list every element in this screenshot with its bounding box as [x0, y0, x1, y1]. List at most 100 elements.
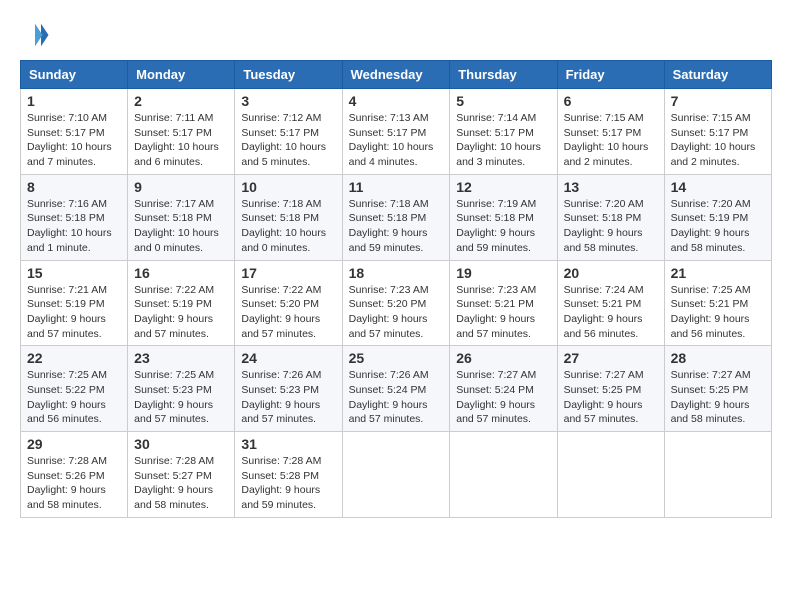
- day-number: 16: [134, 265, 228, 281]
- day-info: Sunrise: 7:28 AM Sunset: 5:28 PM Dayligh…: [241, 454, 335, 513]
- day-info: Sunrise: 7:19 AM Sunset: 5:18 PM Dayligh…: [456, 197, 550, 256]
- calendar-cell: 19 Sunrise: 7:23 AM Sunset: 5:21 PM Dayl…: [450, 260, 557, 346]
- day-number: 11: [349, 179, 444, 195]
- day-header-thursday: Thursday: [450, 61, 557, 89]
- day-info: Sunrise: 7:12 AM Sunset: 5:17 PM Dayligh…: [241, 111, 335, 170]
- calendar-cell: 17 Sunrise: 7:22 AM Sunset: 5:20 PM Dayl…: [235, 260, 342, 346]
- day-number: 30: [134, 436, 228, 452]
- day-number: 23: [134, 350, 228, 366]
- day-info: Sunrise: 7:27 AM Sunset: 5:25 PM Dayligh…: [564, 368, 658, 427]
- day-number: 27: [564, 350, 658, 366]
- day-number: 17: [241, 265, 335, 281]
- day-info: Sunrise: 7:18 AM Sunset: 5:18 PM Dayligh…: [241, 197, 335, 256]
- day-number: 8: [27, 179, 121, 195]
- day-number: 12: [456, 179, 550, 195]
- day-info: Sunrise: 7:25 AM Sunset: 5:23 PM Dayligh…: [134, 368, 228, 427]
- calendar-cell: 20 Sunrise: 7:24 AM Sunset: 5:21 PM Dayl…: [557, 260, 664, 346]
- calendar-cell: 15 Sunrise: 7:21 AM Sunset: 5:19 PM Dayl…: [21, 260, 128, 346]
- day-number: 29: [27, 436, 121, 452]
- day-number: 10: [241, 179, 335, 195]
- calendar-cell: 28 Sunrise: 7:27 AM Sunset: 5:25 PM Dayl…: [664, 346, 771, 432]
- day-number: 3: [241, 93, 335, 109]
- calendar-cell: 16 Sunrise: 7:22 AM Sunset: 5:19 PM Dayl…: [128, 260, 235, 346]
- day-info: Sunrise: 7:15 AM Sunset: 5:17 PM Dayligh…: [564, 111, 658, 170]
- day-number: 26: [456, 350, 550, 366]
- logo: [20, 20, 54, 50]
- calendar-cell: 8 Sunrise: 7:16 AM Sunset: 5:18 PM Dayli…: [21, 174, 128, 260]
- day-info: Sunrise: 7:20 AM Sunset: 5:18 PM Dayligh…: [564, 197, 658, 256]
- day-header-wednesday: Wednesday: [342, 61, 450, 89]
- calendar-cell: 14 Sunrise: 7:20 AM Sunset: 5:19 PM Dayl…: [664, 174, 771, 260]
- day-header-monday: Monday: [128, 61, 235, 89]
- day-info: Sunrise: 7:13 AM Sunset: 5:17 PM Dayligh…: [349, 111, 444, 170]
- day-number: 18: [349, 265, 444, 281]
- header-section: [20, 20, 772, 50]
- calendar-cell: 27 Sunrise: 7:27 AM Sunset: 5:25 PM Dayl…: [557, 346, 664, 432]
- calendar-cell: [664, 432, 771, 518]
- calendar-cell: 1 Sunrise: 7:10 AM Sunset: 5:17 PM Dayli…: [21, 89, 128, 175]
- day-info: Sunrise: 7:26 AM Sunset: 5:24 PM Dayligh…: [349, 368, 444, 427]
- calendar-cell: [342, 432, 450, 518]
- calendar-cell: 23 Sunrise: 7:25 AM Sunset: 5:23 PM Dayl…: [128, 346, 235, 432]
- day-number: 7: [671, 93, 765, 109]
- calendar-cell: 18 Sunrise: 7:23 AM Sunset: 5:20 PM Dayl…: [342, 260, 450, 346]
- calendar-cell: [450, 432, 557, 518]
- day-info: Sunrise: 7:17 AM Sunset: 5:18 PM Dayligh…: [134, 197, 228, 256]
- day-header-tuesday: Tuesday: [235, 61, 342, 89]
- day-info: Sunrise: 7:28 AM Sunset: 5:26 PM Dayligh…: [27, 454, 121, 513]
- calendar-cell: 6 Sunrise: 7:15 AM Sunset: 5:17 PM Dayli…: [557, 89, 664, 175]
- day-header-saturday: Saturday: [664, 61, 771, 89]
- calendar-cell: [557, 432, 664, 518]
- day-number: 22: [27, 350, 121, 366]
- day-number: 25: [349, 350, 444, 366]
- day-info: Sunrise: 7:28 AM Sunset: 5:27 PM Dayligh…: [134, 454, 228, 513]
- day-header-sunday: Sunday: [21, 61, 128, 89]
- day-info: Sunrise: 7:22 AM Sunset: 5:20 PM Dayligh…: [241, 283, 335, 342]
- day-number: 9: [134, 179, 228, 195]
- calendar-cell: 9 Sunrise: 7:17 AM Sunset: 5:18 PM Dayli…: [128, 174, 235, 260]
- day-info: Sunrise: 7:11 AM Sunset: 5:17 PM Dayligh…: [134, 111, 228, 170]
- calendar-cell: 26 Sunrise: 7:27 AM Sunset: 5:24 PM Dayl…: [450, 346, 557, 432]
- calendar-cell: 2 Sunrise: 7:11 AM Sunset: 5:17 PM Dayli…: [128, 89, 235, 175]
- calendar-cell: 5 Sunrise: 7:14 AM Sunset: 5:17 PM Dayli…: [450, 89, 557, 175]
- calendar-cell: 3 Sunrise: 7:12 AM Sunset: 5:17 PM Dayli…: [235, 89, 342, 175]
- calendar-cell: 21 Sunrise: 7:25 AM Sunset: 5:21 PM Dayl…: [664, 260, 771, 346]
- day-number: 19: [456, 265, 550, 281]
- day-number: 2: [134, 93, 228, 109]
- calendar-cell: 12 Sunrise: 7:19 AM Sunset: 5:18 PM Dayl…: [450, 174, 557, 260]
- day-info: Sunrise: 7:25 AM Sunset: 5:22 PM Dayligh…: [27, 368, 121, 427]
- day-info: Sunrise: 7:15 AM Sunset: 5:17 PM Dayligh…: [671, 111, 765, 170]
- day-info: Sunrise: 7:20 AM Sunset: 5:19 PM Dayligh…: [671, 197, 765, 256]
- calendar-cell: 11 Sunrise: 7:18 AM Sunset: 5:18 PM Dayl…: [342, 174, 450, 260]
- day-info: Sunrise: 7:22 AM Sunset: 5:19 PM Dayligh…: [134, 283, 228, 342]
- day-number: 24: [241, 350, 335, 366]
- calendar: SundayMondayTuesdayWednesdayThursdayFrid…: [20, 60, 772, 518]
- day-number: 6: [564, 93, 658, 109]
- calendar-cell: 29 Sunrise: 7:28 AM Sunset: 5:26 PM Dayl…: [21, 432, 128, 518]
- day-number: 20: [564, 265, 658, 281]
- calendar-cell: 13 Sunrise: 7:20 AM Sunset: 5:18 PM Dayl…: [557, 174, 664, 260]
- day-info: Sunrise: 7:24 AM Sunset: 5:21 PM Dayligh…: [564, 283, 658, 342]
- day-info: Sunrise: 7:23 AM Sunset: 5:20 PM Dayligh…: [349, 283, 444, 342]
- day-info: Sunrise: 7:23 AM Sunset: 5:21 PM Dayligh…: [456, 283, 550, 342]
- calendar-cell: 31 Sunrise: 7:28 AM Sunset: 5:28 PM Dayl…: [235, 432, 342, 518]
- day-number: 13: [564, 179, 658, 195]
- calendar-cell: 7 Sunrise: 7:15 AM Sunset: 5:17 PM Dayli…: [664, 89, 771, 175]
- logo-icon: [20, 20, 50, 50]
- day-number: 1: [27, 93, 121, 109]
- day-info: Sunrise: 7:27 AM Sunset: 5:24 PM Dayligh…: [456, 368, 550, 427]
- day-number: 31: [241, 436, 335, 452]
- calendar-cell: 22 Sunrise: 7:25 AM Sunset: 5:22 PM Dayl…: [21, 346, 128, 432]
- day-number: 15: [27, 265, 121, 281]
- calendar-cell: 4 Sunrise: 7:13 AM Sunset: 5:17 PM Dayli…: [342, 89, 450, 175]
- day-info: Sunrise: 7:27 AM Sunset: 5:25 PM Dayligh…: [671, 368, 765, 427]
- calendar-cell: 24 Sunrise: 7:26 AM Sunset: 5:23 PM Dayl…: [235, 346, 342, 432]
- calendar-cell: 30 Sunrise: 7:28 AM Sunset: 5:27 PM Dayl…: [128, 432, 235, 518]
- day-info: Sunrise: 7:10 AM Sunset: 5:17 PM Dayligh…: [27, 111, 121, 170]
- day-number: 4: [349, 93, 444, 109]
- day-info: Sunrise: 7:21 AM Sunset: 5:19 PM Dayligh…: [27, 283, 121, 342]
- day-info: Sunrise: 7:16 AM Sunset: 5:18 PM Dayligh…: [27, 197, 121, 256]
- calendar-cell: 25 Sunrise: 7:26 AM Sunset: 5:24 PM Dayl…: [342, 346, 450, 432]
- day-info: Sunrise: 7:25 AM Sunset: 5:21 PM Dayligh…: [671, 283, 765, 342]
- calendar-cell: 10 Sunrise: 7:18 AM Sunset: 5:18 PM Dayl…: [235, 174, 342, 260]
